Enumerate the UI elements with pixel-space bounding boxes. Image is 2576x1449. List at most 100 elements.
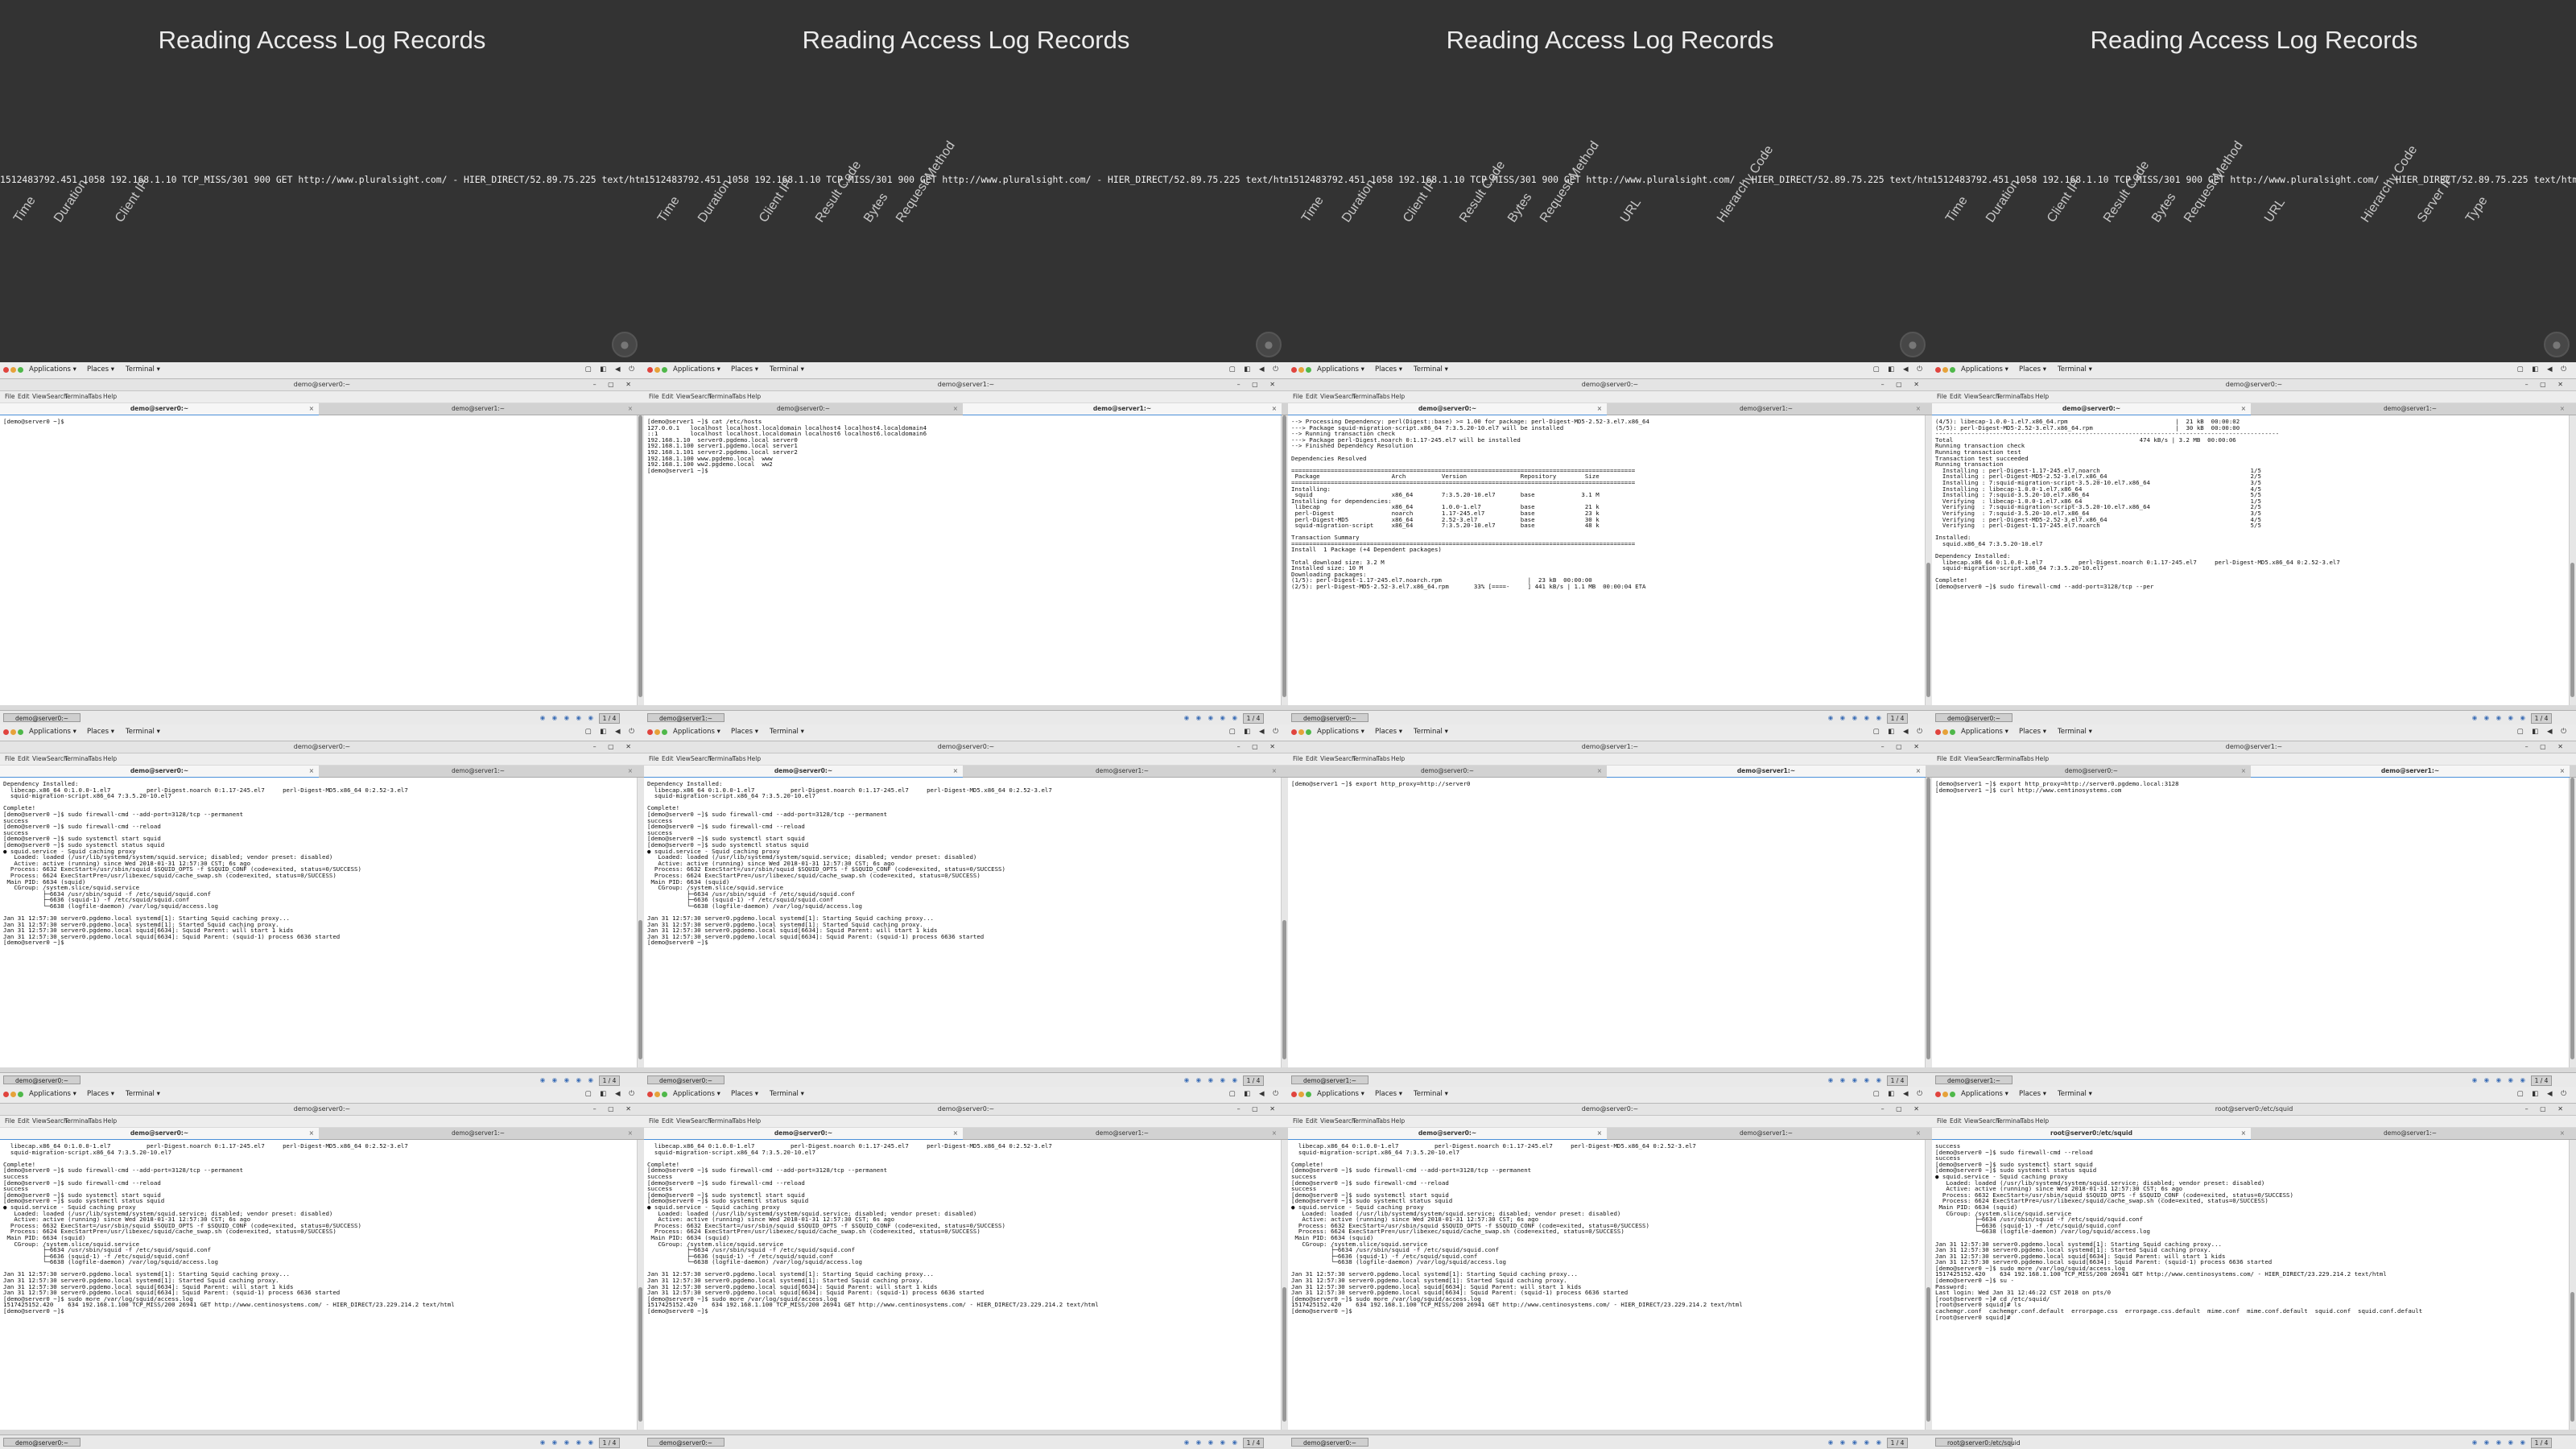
menu-item-view[interactable]: View [1320,1117,1335,1125]
window-dot-icon[interactable] [1306,1092,1311,1097]
close-icon[interactable]: × [2241,766,2246,777]
terminal-tab[interactable]: demo@server0:~ × [1932,766,2251,777]
menu-item-view[interactable]: View [1320,393,1335,400]
window-controls-icon[interactable]: – ▢ ✕ [1237,741,1280,753]
system-tray-icons[interactable]: ▢ ◧ ◀ ⏻ [2517,728,2570,736]
menu-item-help[interactable]: Help [103,393,117,400]
places-menu[interactable]: Places ▾ [731,728,758,736]
terminal-tab[interactable]: demo@server1:~ × [963,403,1282,416]
places-menu[interactable]: Places ▾ [731,365,758,374]
applications-menu[interactable]: Applications ▾ [1961,728,2008,736]
window-dot-icon[interactable] [1950,367,1955,373]
scrollbar-thumb[interactable] [2570,778,2574,1059]
slide-nav-icon[interactable]: ● [2544,332,2570,357]
taskbar-window-button[interactable]: root@server0:/etc/squid [1935,1438,2021,1447]
close-icon[interactable]: × [2241,1128,2246,1139]
menu-item-terminal[interactable]: Terminal [708,755,734,762]
system-tray-icons[interactable]: ▢ ◧ ◀ ⏻ [585,728,638,736]
menu-item-edit[interactable]: Edit [1306,1117,1318,1125]
close-icon[interactable]: × [953,766,958,777]
window-dot-icon[interactable] [1291,1092,1297,1097]
workspace-pager[interactable]: 1 / 4 [1887,713,1908,724]
terminal-tab[interactable]: demo@server1:~ × [319,403,638,415]
taskbar-window-button[interactable]: demo@server0:~ [1291,1438,1368,1447]
window-controls-icon[interactable]: – ▢ ✕ [2525,741,2568,753]
terminal-app-menu[interactable]: Terminal ▾ [770,728,804,736]
system-tray-icons[interactable]: ▢ ◧ ◀ ⏻ [1873,1090,1926,1098]
menu-item-help[interactable]: Help [747,393,761,400]
menu-item-view[interactable]: View [32,393,47,400]
terminal-output[interactable]: --> Processing Dependency: perl(Digest::… [1288,415,1926,705]
menu-item-view[interactable]: View [676,393,691,400]
window-dot-icon[interactable] [647,1092,653,1097]
window-controls-icon[interactable]: – ▢ ✕ [1881,379,1924,390]
places-menu[interactable]: Places ▾ [731,1090,758,1098]
window-dot-icon[interactable] [1950,1092,1955,1097]
window-dot-icon[interactable] [1942,1092,1948,1097]
menu-item-file[interactable]: File [649,755,659,762]
close-icon[interactable]: × [1916,1128,1921,1139]
places-menu[interactable]: Places ▾ [1375,365,1402,374]
places-menu[interactable]: Places ▾ [87,1090,114,1098]
window-dot-icon[interactable] [10,1092,16,1097]
terminal-scrollbar[interactable] [637,1140,644,1430]
menu-item-tabs[interactable]: Tabs [89,393,102,400]
menu-item-edit[interactable]: Edit [18,1117,30,1125]
applications-menu[interactable]: Applications ▾ [673,728,720,736]
window-dot-icon[interactable] [647,367,653,373]
applications-menu[interactable]: Applications ▾ [29,728,76,736]
window-dot-icon[interactable] [1935,367,1941,373]
workspace-pager[interactable]: 1 / 4 [1243,1438,1264,1448]
menu-item-help[interactable]: Help [1391,1117,1405,1125]
terminal-scrollbar[interactable] [1925,415,1932,705]
window-dot-icon[interactable] [1298,1092,1304,1097]
workspace-pager[interactable]: 1 / 4 [599,1438,620,1448]
terminal-app-menu[interactable]: Terminal ▾ [1414,728,1448,736]
menu-item-help[interactable]: Help [747,755,761,762]
menu-item-tabs[interactable]: Tabs [733,1117,746,1125]
menu-item-edit[interactable]: Edit [1306,755,1318,762]
terminal-output[interactable]: libecap.x86_64 0:1.0.0-1.el7 perl-Digest… [0,1140,638,1430]
menu-item-edit[interactable]: Edit [1950,755,1962,762]
menu-item-help[interactable]: Help [1391,393,1405,400]
terminal-app-menu[interactable]: Terminal ▾ [126,365,160,374]
terminal-tab[interactable]: demo@server0:~ × [644,403,963,415]
workspace-pager[interactable]: 1 / 4 [2531,1438,2552,1448]
terminal-output[interactable]: [demo@server1 ~]$ cat /etc/hosts 127.0.0.… [644,415,1282,705]
menu-item-file[interactable]: File [1293,755,1303,762]
window-dot-icon[interactable] [1298,729,1304,735]
menu-item-view[interactable]: View [32,755,47,762]
scrollbar-thumb[interactable] [1282,1287,1286,1422]
terminal-scrollbar[interactable] [2569,778,2576,1067]
terminal-app-menu[interactable]: Terminal ▾ [1414,365,1448,374]
applications-menu[interactable]: Applications ▾ [29,365,76,374]
scrollbar-thumb[interactable] [638,415,642,697]
terminal-output[interactable]: libecap.x86_64 0:1.0.0-1.el7 perl-Digest… [1288,1140,1926,1430]
window-controls-icon[interactable]: – ▢ ✕ [2525,379,2568,390]
window-dot-icon[interactable] [3,367,9,373]
terminal-tab[interactable]: demo@server1:~ × [1607,403,1926,415]
window-dot-icon[interactable] [1298,367,1304,373]
menu-item-help[interactable]: Help [103,755,117,762]
window-dot-icon[interactable] [1942,367,1948,373]
menu-item-file[interactable]: File [1293,1117,1303,1125]
terminal-scrollbar[interactable] [2569,415,2576,705]
taskbar-window-button[interactable]: demo@server1:~ [647,713,724,722]
menu-item-terminal[interactable]: Terminal [708,393,734,400]
window-dot-icon[interactable] [1942,729,1948,735]
menu-item-terminal[interactable]: Terminal [1996,755,2022,762]
terminal-tab[interactable]: demo@server0:~ × [0,1128,319,1141]
close-icon[interactable]: × [1597,403,1602,415]
window-dot-icon[interactable] [18,1092,23,1097]
close-icon[interactable]: × [309,1128,314,1139]
menu-item-file[interactable]: File [1937,393,1947,400]
menu-item-help[interactable]: Help [103,1117,117,1125]
places-menu[interactable]: Places ▾ [2019,728,2046,736]
terminal-scrollbar[interactable] [1925,1140,1932,1430]
scrollbar-thumb[interactable] [1282,920,1286,1059]
taskbar-window-button[interactable]: demo@server1:~ [1291,1075,1368,1084]
menu-item-edit[interactable]: Edit [18,755,30,762]
terminal-tab[interactable]: demo@server1:~ × [1607,1128,1926,1139]
menu-item-terminal[interactable]: Terminal [1996,393,2022,400]
menu-item-file[interactable]: File [5,393,15,400]
